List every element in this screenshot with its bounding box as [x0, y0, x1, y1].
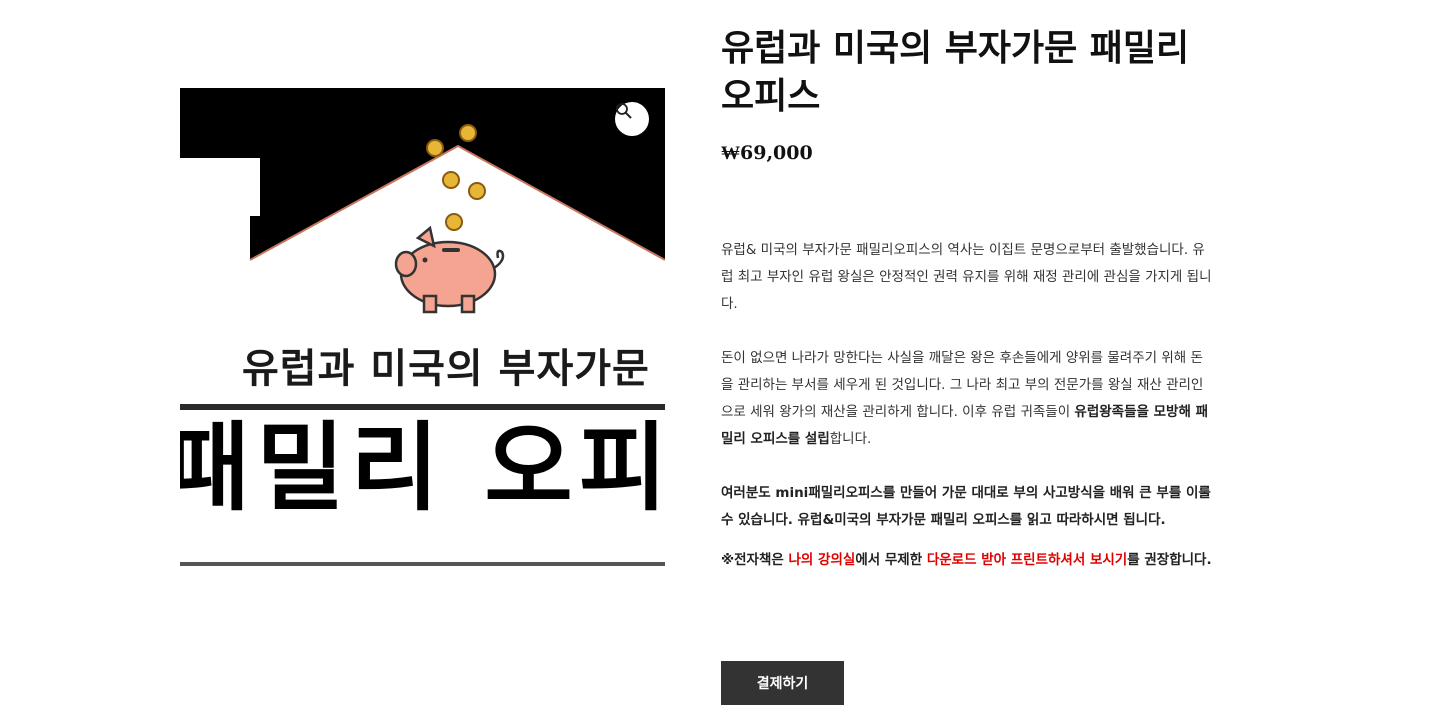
product-summary: 유럽과 미국의 부자가문 패밀리오피스 ₩69,000	[721, 24, 1211, 165]
checkout-button[interactable]: 결제하기	[721, 661, 844, 705]
product-price: ₩69,000	[721, 142, 813, 164]
zoom-button[interactable]	[615, 102, 649, 136]
product-title: 유럽과 미국의 부자가문 패밀리오피스	[721, 27, 1190, 117]
description-paragraph-3: 여러분도 mini패밀리오피스를 만들어 가문 대대로 부의 사고방식을 배워 …	[721, 485, 1211, 528]
notice-prefix: ※전자책은	[721, 552, 789, 568]
product-description: 유럽& 미국의 부자가문 패밀리오피스의 역사는 이집트 문명으로부터 출발했습…	[721, 237, 1213, 574]
download-highlight: 다운로드 받아 프린트하셔서 보시기	[926, 552, 1128, 568]
cover-subtitle-text: 유럽과 미국의 부자가문	[242, 346, 650, 392]
notice-suffix: 를 권장합니다.	[1127, 552, 1212, 568]
notice-middle: 에서 무제한	[855, 552, 927, 568]
description-notice: ※전자책은 나의 강의실에서 무제한 다운로드 받아 프린트하셔서 보시기를 권…	[721, 547, 1213, 574]
my-classroom-link[interactable]: 나의 강의실	[789, 552, 856, 568]
product-image-gallery[interactable]: 유럽과 미국의 부자가문 패밀리 오피	[180, 88, 665, 570]
magnifier-icon	[616, 103, 632, 119]
description-paragraph-1: 유럽& 미국의 부자가문 패밀리오피스의 역사는 이집트 문명으로부터 출발했습…	[721, 242, 1212, 312]
description-paragraph-2: 돈이 없으면 나라가 망한다는 사실을 깨달은 왕은 후손들에게 양위를 물려주…	[721, 345, 1213, 453]
cover-title-text: 패밀리 오피	[180, 412, 665, 524]
description-p2-end: 합니다.	[829, 431, 872, 447]
